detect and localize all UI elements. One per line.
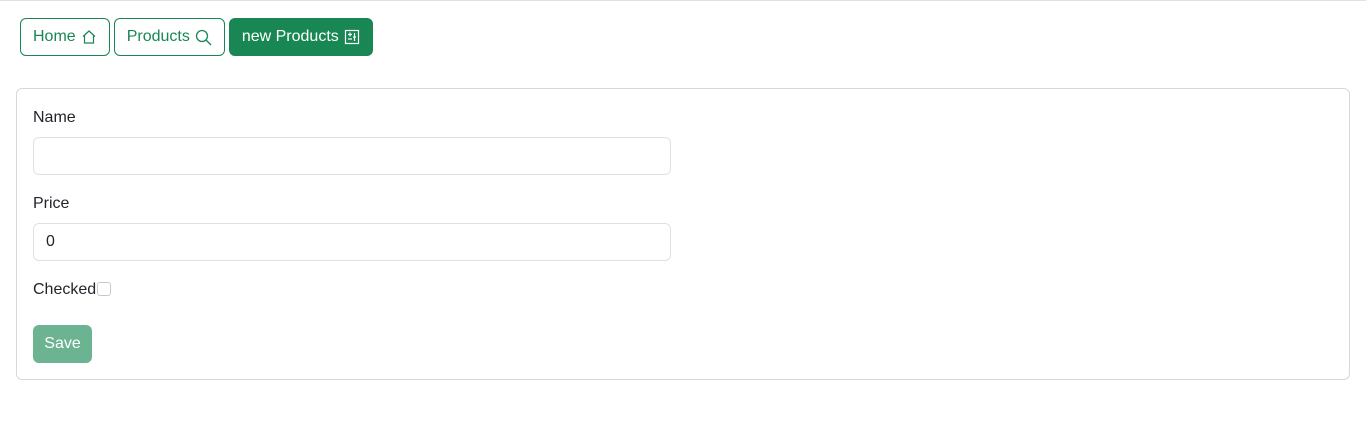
home-label: Home [33,28,76,45]
name-input[interactable] [33,137,671,175]
new-products-button[interactable]: new Products [228,18,373,56]
house-icon [81,29,97,45]
checked-row: Checked [33,281,112,299]
checked-label: Checked [33,281,97,298]
nav-bar: Home Products new Products [20,18,373,56]
new-products-label: new Products [241,28,339,45]
top-divider [0,0,1366,1]
search-icon [195,29,212,46]
products-label: Products [126,28,190,45]
product-form-card: Name Price Checked Save [16,88,1350,380]
name-label: Name [33,109,76,126]
price-input[interactable] [33,223,671,261]
save-button[interactable]: Save [33,325,92,363]
price-label: Price [33,195,70,212]
add-box-icon [344,29,360,45]
home-button[interactable]: Home [20,18,110,56]
checked-checkbox[interactable] [97,282,112,296]
products-button[interactable]: Products [113,18,225,56]
